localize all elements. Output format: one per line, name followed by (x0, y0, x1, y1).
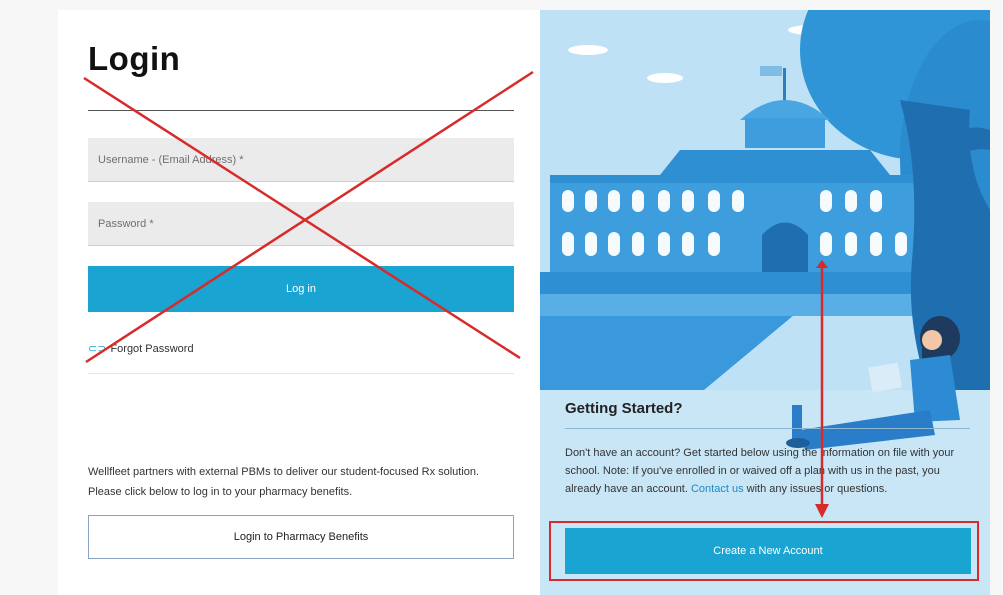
password-input[interactable] (98, 202, 504, 245)
gs-text-part-2: with any issues or questions. (743, 483, 888, 495)
pharmacy-benefits-button[interactable]: Login to Pharmacy Benefits (88, 515, 514, 559)
forgot-password-link[interactable]: ⊂⊃ Forgot Password (88, 342, 194, 356)
username-input[interactable] (98, 138, 504, 181)
getting-started-panel (540, 10, 990, 595)
pbm-description: Wellfleet partners with external PBMs to… (88, 466, 480, 498)
contact-us-link[interactable]: Contact us (691, 483, 744, 495)
login-title: Login (88, 40, 181, 77)
forgot-password-label: Forgot Password (110, 342, 194, 355)
link-icon: ⊂⊃ (88, 343, 107, 355)
password-field[interactable] (88, 202, 514, 246)
login-button[interactable]: Log in (88, 266, 514, 312)
username-field[interactable] (88, 138, 514, 182)
getting-started-title: Getting Started? (565, 400, 683, 417)
getting-started-divider (565, 428, 970, 429)
create-account-button[interactable]: Create a New Account (565, 528, 971, 574)
title-divider (88, 110, 514, 111)
getting-started-description: Don't have an account? Get started below… (565, 444, 975, 498)
section-divider (88, 373, 514, 374)
campus-illustration (540, 10, 990, 595)
